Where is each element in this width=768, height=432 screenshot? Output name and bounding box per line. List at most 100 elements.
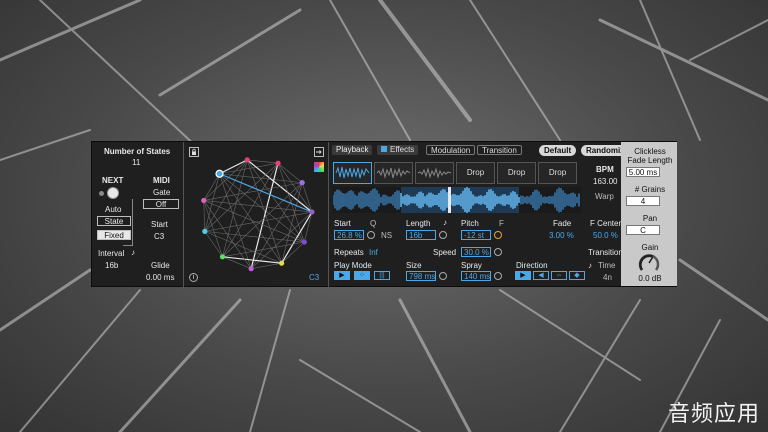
speed-dial[interactable] xyxy=(494,248,502,256)
length-dial[interactable] xyxy=(439,231,447,239)
clickless-label: Clickless xyxy=(634,147,666,156)
drop-slot-2[interactable]: Drop xyxy=(497,162,536,184)
main-panel: Playback Effects Modulation Transition D… xyxy=(330,142,634,288)
start-param-dial[interactable] xyxy=(367,231,375,239)
direction-reverse-button[interactable]: ◀ xyxy=(533,271,549,280)
left-panel: Number of States 11 NEXT MIDI Gate Off A… xyxy=(92,142,183,288)
graph-node[interactable] xyxy=(248,266,254,272)
graph-node[interactable] xyxy=(201,197,207,204)
fade-value[interactable]: 3.00 % xyxy=(549,231,574,241)
spray-dial[interactable] xyxy=(494,272,502,280)
interval-label: Interval xyxy=(98,249,125,258)
tab-effects[interactable]: Effects xyxy=(377,145,419,155)
spray-field[interactable]: 140 ms xyxy=(461,271,491,281)
speed-field[interactable]: 30.0 % xyxy=(461,247,491,257)
tab-modulation-label: Modulation xyxy=(431,146,471,155)
pitch-f-label[interactable]: F xyxy=(499,219,504,229)
effects-checkbox[interactable] xyxy=(381,146,387,152)
info-icon[interactable]: i xyxy=(189,273,198,282)
graph-edge xyxy=(277,162,303,183)
device-panel: Number of States 11 NEXT MIDI Gate Off A… xyxy=(91,141,677,288)
gain-value[interactable]: 0.0 dB xyxy=(621,274,679,283)
bpm-value[interactable]: 163.00 xyxy=(593,177,617,187)
tab-playback-label: Playback xyxy=(336,145,369,154)
graph-edge xyxy=(219,173,303,183)
graph-edge xyxy=(204,173,220,232)
next-button[interactable] xyxy=(107,187,119,199)
repeats-value[interactable]: Inf xyxy=(369,248,378,258)
drop-slot-3[interactable]: Drop xyxy=(538,162,577,184)
graph-edge xyxy=(304,211,313,243)
spray-label: Spray xyxy=(461,261,482,270)
graph-node[interactable] xyxy=(301,239,307,245)
fade-length-field[interactable]: 5.00 ms xyxy=(626,167,660,177)
start-param-label: Start xyxy=(334,219,351,228)
pitch-dial[interactable] xyxy=(494,231,502,239)
length-field[interactable]: 16b xyxy=(406,230,436,240)
graph-edge xyxy=(250,163,279,269)
tab-effects-label: Effects xyxy=(390,145,415,154)
gain-knob[interactable] xyxy=(637,253,661,273)
graph-edge xyxy=(246,159,282,264)
graph-node[interactable] xyxy=(299,180,305,186)
graph-node[interactable] xyxy=(215,169,224,178)
direction-forward-button[interactable]: ▶ xyxy=(515,271,531,280)
right-panel: Clickless Fade Length 5.00 ms # Grains 4… xyxy=(621,142,677,288)
graph-panel: i C3 xyxy=(183,142,329,288)
length-note-icon[interactable]: ♪ xyxy=(443,218,447,228)
direction-random-button[interactable]: ◆ xyxy=(569,271,585,280)
grains-field[interactable]: 4 xyxy=(626,196,660,206)
graph-node[interactable] xyxy=(275,160,281,166)
direction-label: Direction xyxy=(516,261,548,270)
note-icon[interactable]: ♪ xyxy=(131,248,135,258)
time-value[interactable]: 4n xyxy=(603,273,612,283)
graph-edge xyxy=(222,241,305,258)
ns-label[interactable]: NS xyxy=(381,231,392,241)
time-note-icon[interactable]: ♪ xyxy=(588,261,592,271)
direction-pingpong-button[interactable]: ⇔ xyxy=(551,271,567,280)
transition-label: Transition xyxy=(588,248,623,257)
size-field[interactable]: 798 ms xyxy=(406,271,436,281)
waveform-playhead[interactable] xyxy=(448,187,451,213)
pitch-field[interactable]: -12 st xyxy=(461,230,491,240)
drop-slot-1[interactable]: Drop xyxy=(456,162,495,184)
fixed-option[interactable]: Fixed xyxy=(97,230,131,240)
tab-transition[interactable]: Transition xyxy=(477,145,522,155)
sample-slot-1[interactable] xyxy=(333,162,372,184)
pan-field[interactable]: C xyxy=(626,225,660,235)
tab-modulation[interactable]: Modulation xyxy=(426,145,476,155)
tab-playback[interactable]: Playback xyxy=(332,145,373,155)
playmode-random-button[interactable]: ⁘ xyxy=(354,271,370,280)
interval-value[interactable]: 16b xyxy=(105,261,118,271)
size-dial[interactable] xyxy=(439,272,447,280)
gate-toggle[interactable]: Off xyxy=(143,199,179,209)
sample-slot-2[interactable] xyxy=(374,162,413,184)
waveform-display[interactable] xyxy=(333,187,581,213)
pan-label: Pan xyxy=(642,214,658,223)
playmode-bars-button[interactable]: ||| xyxy=(374,271,390,280)
sample-slot-3[interactable] xyxy=(415,162,454,184)
graph-edge xyxy=(219,173,305,243)
default-button[interactable]: Default xyxy=(539,145,577,156)
glide-value[interactable]: 0.00 ms xyxy=(146,273,174,283)
graph-node[interactable] xyxy=(309,209,315,215)
fcenter-value[interactable]: 50.0 % xyxy=(593,231,618,241)
speed-label: Speed xyxy=(433,248,457,257)
graph-edge xyxy=(203,159,248,201)
graph-node[interactable] xyxy=(244,157,250,163)
graph-edge xyxy=(222,182,303,258)
warp-label[interactable]: Warp xyxy=(595,192,614,202)
start-param-field[interactable]: 26.8 % xyxy=(334,230,364,240)
q-label[interactable]: Q xyxy=(370,219,376,229)
start-value[interactable]: C3 xyxy=(154,232,164,242)
playmode-forward-button[interactable]: ▶ xyxy=(334,271,350,280)
graph-node[interactable] xyxy=(279,260,285,266)
gate-label: Gate xyxy=(153,188,171,197)
state-graph[interactable] xyxy=(184,142,330,288)
graph-node[interactable] xyxy=(219,254,226,260)
number-of-states-value[interactable]: 11 xyxy=(132,158,140,168)
start-label: Start xyxy=(151,220,168,229)
graph-node[interactable] xyxy=(202,228,208,234)
state-option[interactable]: State xyxy=(97,216,131,226)
time-label: Time xyxy=(598,261,616,270)
